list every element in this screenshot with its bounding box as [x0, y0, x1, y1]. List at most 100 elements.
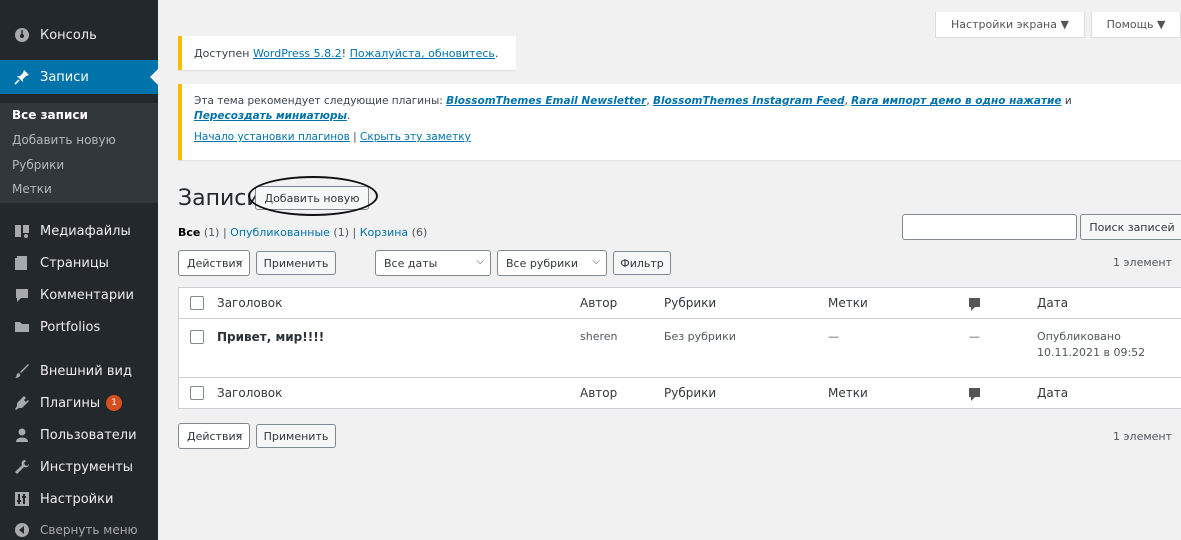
table-header-row: Заголовок Автор Рубрики Метки Дата — [179, 288, 1181, 319]
search-posts-input[interactable] — [902, 214, 1077, 240]
screen-options-label: Настройки экрана ▼ — [951, 18, 1069, 31]
search-posts-button[interactable]: Поиск записей — [1080, 214, 1181, 240]
plugin-notice-prefix: Эта тема рекомендует следующие плагины: — [194, 95, 447, 107]
date-filter-select[interactable]: Все даты ⌵ — [375, 250, 491, 276]
menu-tools[interactable]: Инструменты — [0, 450, 158, 484]
highlight-circle — [248, 176, 378, 216]
dashboard-icon — [12, 25, 32, 45]
category-filter-select[interactable]: Все рубрики ⌵ — [497, 250, 607, 276]
submenu-tags[interactable]: Метки — [12, 182, 52, 196]
update-notice: Доступен WordPress 5.8.2! Пожалуйста, об… — [178, 36, 516, 70]
posts-submenu: Все записи Добавить новую Рубрики Метки — [0, 103, 158, 203]
column-author-header: Автор — [580, 296, 618, 310]
post-title-link[interactable]: Привет, мир!!!! — [217, 330, 324, 344]
menu-appearance[interactable]: Внешний вид — [0, 354, 158, 388]
post-author[interactable]: sheren — [580, 330, 618, 343]
apply-button-bottom[interactable]: Применить — [256, 424, 336, 448]
comments-column-icon[interactable] — [969, 388, 980, 401]
bulk-actions-select-top[interactable]: Действия ⌵ — [178, 250, 250, 276]
pin-icon — [12, 67, 32, 87]
plugin-notice-actions: Начало установки плагинов | Скрыть эту з… — [194, 130, 1170, 145]
submenu-add-new[interactable]: Добавить новую — [12, 133, 116, 147]
menu-settings[interactable]: Настройки — [0, 482, 158, 516]
bulk-actions-select-bottom[interactable]: Действия ⌵ — [178, 423, 250, 449]
menu-comments[interactable]: Комментарии — [0, 278, 158, 312]
select-all-checkbox[interactable] — [190, 296, 204, 310]
menu-console[interactable]: Консоль — [0, 18, 158, 52]
update-notice-prefix: Доступен — [194, 47, 253, 60]
media-icon — [12, 221, 32, 241]
screen-options-tab[interactable]: Настройки экрана ▼ — [935, 12, 1085, 38]
please-update-link[interactable]: Пожалуйста, обновитесь — [350, 47, 495, 60]
plugin-and: и — [1061, 95, 1072, 107]
menu-media[interactable]: Медиафайлы — [0, 214, 158, 248]
filter-sep-2: | — [349, 226, 360, 239]
post-comments: — — [969, 330, 980, 343]
chevron-down-icon: ⌵ — [235, 429, 243, 440]
menu-portfolios[interactable]: Portfolios — [0, 310, 158, 344]
plugin-link-email-newsletter[interactable]: BlossomThemes Email Newsletter — [446, 95, 646, 107]
filter-published-link[interactable]: Опубликованные — [230, 226, 330, 239]
dismiss-notice-link[interactable]: Скрыть эту заметку — [360, 131, 471, 143]
comment-icon — [12, 285, 32, 305]
filter-button[interactable]: Фильтр — [613, 251, 671, 275]
filter-trash-link[interactable]: Корзина — [360, 226, 408, 239]
post-categories[interactable]: Без рубрики — [664, 330, 736, 343]
help-label: Помощь ▼ — [1106, 18, 1166, 31]
row-checkbox[interactable] — [190, 330, 204, 344]
admin-sidebar: Консоль Записи Все записи Добавить новую… — [0, 0, 158, 540]
plugin-notice-line-2: Пересоздать миниатюры. — [194, 109, 1170, 124]
column-title-footer[interactable]: Заголовок — [217, 386, 282, 400]
plugin-icon — [12, 393, 32, 413]
menu-pages[interactable]: Страницы — [0, 246, 158, 280]
menu-plugins[interactable]: Плагины 1 — [0, 386, 158, 420]
table-row: Привет, мир!!!! sheren Без рубрики — — О… — [179, 320, 1181, 375]
column-author-footer: Автор — [580, 386, 618, 400]
all-categories-label: Все рубрики — [506, 256, 579, 270]
filter-all-link[interactable]: Все — [178, 226, 200, 239]
column-title-header[interactable]: Заголовок — [217, 296, 282, 310]
submenu-categories[interactable]: Рубрики — [12, 158, 64, 172]
begin-installing-plugins-link[interactable]: Начало установки плагинов — [194, 131, 350, 143]
plugin-link-regenerate-thumbnails[interactable]: Пересоздать миниатюры — [194, 110, 347, 122]
apply-button-top[interactable]: Применить — [256, 251, 336, 275]
collapse-menu-label: Свернуть меню — [40, 523, 138, 537]
chevron-down-icon: ⌵ — [235, 256, 243, 267]
menu-comments-label: Комментарии — [40, 287, 134, 303]
update-notice-suffix: . — [494, 47, 499, 60]
plugin-link-instagram-feed[interactable]: BlossomThemes Instagram Feed — [653, 95, 844, 107]
posts-table: Заголовок Автор Рубрики Метки Дата Приве… — [178, 287, 1181, 409]
column-categories-footer: Рубрики — [664, 386, 717, 400]
bulk-actions-bottom-label: Действия — [187, 429, 243, 443]
column-date-footer[interactable]: Дата — [1037, 386, 1068, 400]
menu-console-label: Консоль — [40, 27, 97, 43]
post-date-status: Опубликовано — [1037, 330, 1121, 343]
select-all-checkbox-bottom[interactable] — [190, 386, 204, 400]
menu-posts-label: Записи — [40, 69, 89, 85]
comments-column-icon[interactable] — [969, 298, 980, 311]
menu-posts[interactable]: Записи — [0, 60, 158, 94]
all-dates-label: Все даты — [384, 256, 438, 270]
submenu-all-posts[interactable]: Все записи — [12, 108, 88, 122]
help-tab[interactable]: Помощь ▼ — [1091, 12, 1181, 38]
plugin-link-rara-import[interactable]: Rara импорт демо в одно нажатие — [851, 95, 1061, 107]
folder-icon — [12, 317, 32, 337]
plugin-recommendation-notice: Эта тема рекомендует следующие плагины: … — [178, 84, 1181, 160]
column-tags-footer: Метки — [828, 386, 868, 400]
column-tags-header: Метки — [828, 296, 868, 310]
chevron-down-icon: ⌵ — [476, 256, 484, 267]
post-tags: — — [828, 330, 839, 343]
menu-media-label: Медиафайлы — [40, 223, 131, 239]
collapse-menu-button[interactable]: Свернуть меню — [0, 513, 158, 540]
menu-users-label: Пользователи — [40, 427, 137, 443]
main-content: Настройки экрана ▼ Помощь ▼ Доступен Wor… — [158, 0, 1181, 540]
plugin-notice-dot: . — [346, 110, 351, 122]
pages-icon — [12, 253, 32, 273]
column-categories-header: Рубрики — [664, 296, 717, 310]
menu-users[interactable]: Пользователи — [0, 418, 158, 452]
menu-tools-label: Инструменты — [40, 459, 134, 475]
filter-trash-count: (6) — [408, 226, 428, 239]
wordpress-version-link[interactable]: WordPress 5.8.2 — [253, 47, 342, 60]
settings-icon — [12, 489, 32, 509]
column-date-header[interactable]: Дата — [1037, 296, 1068, 310]
